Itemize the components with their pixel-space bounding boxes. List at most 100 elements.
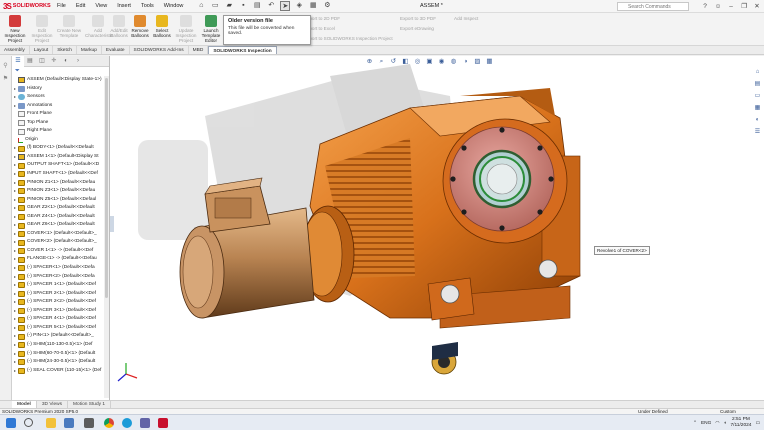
tab-model[interactable]: Model (12, 401, 37, 408)
graphics-viewport[interactable]: ⊕ ⌕ ↺ ◧ ◎ ▣ ◉ ◍ ◑ ▨ ▦ ⌂ ▤ ▭ ▦ ◐ ☰ Revolv… (110, 56, 764, 400)
export-3d-pdf-button[interactable]: Export to 3D PDF (400, 16, 436, 21)
minimize-icon[interactable]: – (726, 0, 736, 13)
file-properties-icon[interactable]: ▦ (308, 1, 318, 11)
tree-item[interactable]: ▸ (-) PIN<1> (Default<<Default>_ (12, 332, 109, 341)
taskbar-search-icon[interactable] (24, 418, 33, 427)
tree-item[interactable]: ▸ (-) SPACER<1> (Default<<Defa (12, 264, 109, 273)
edit-inspection-project-button[interactable]: Edit Inspection Project (29, 15, 55, 43)
add-inspect-button[interactable]: Add Inspect (454, 16, 478, 21)
tree-item[interactable]: ▸ OUTPUT SHAFT<1> (Default<<D (12, 161, 109, 170)
tree-scrollbar-thumb[interactable] (105, 78, 108, 298)
user-icon[interactable]: ☺ (713, 0, 723, 13)
tree-item[interactable]: ▸ COVER<2> (Default<<Default>_ (12, 238, 109, 247)
teams-taskbar-icon[interactable] (140, 418, 150, 428)
tree-item[interactable]: ▸ (-) SHIM(110-130-0.5)<1> (Def (12, 341, 109, 350)
tree-item[interactable]: ▸ (-) SPACER 3<1> (Default<<Def (12, 307, 109, 316)
configuration-manager-tab-icon[interactable]: ◫ (36, 56, 48, 67)
display-manager-tab-icon[interactable]: ◐ (60, 56, 72, 67)
search-commands-input[interactable] (617, 2, 689, 11)
save-icon[interactable]: ▪ (238, 1, 248, 11)
wifi-icon[interactable]: ◠ (715, 421, 719, 426)
menu-window[interactable]: Window (159, 0, 189, 13)
tree-item[interactable]: ▸ GEAR Z6<1> (Default<<Default (12, 221, 109, 230)
menu-file[interactable]: File (52, 0, 71, 13)
tree-item[interactable]: ▸ (f) BODY<1> (Default<<Default (12, 144, 109, 153)
pin-icon[interactable]: ⚲ (0, 62, 11, 69)
create-new-template-button[interactable]: Create New Template (56, 15, 82, 38)
tree-filter-icon[interactable]: ⏷ (12, 67, 109, 76)
update-inspection-project-button[interactable]: Update Inspection Project (173, 15, 199, 43)
tree-item[interactable]: ▸ (-) SPACER 5<1> (Default<<Def (12, 324, 109, 333)
tree-item[interactable]: ▸ (-) SHIM(24-30-0.5)<1> (Default (12, 358, 109, 367)
tree-item[interactable]: ▸ History (12, 85, 109, 94)
notifications-icon[interactable]: ▭ (755, 421, 760, 426)
tree-item[interactable]: ▸ (-) SPACER 2<2> (Default<<Def (12, 298, 109, 307)
new-inspection-project-button[interactable]: New Inspection Project (2, 15, 28, 43)
tree-item[interactable]: Front Plane (12, 110, 109, 119)
tree-item[interactable]: ▸ INPUT SHAFT<1> (Default<<Def (12, 170, 109, 179)
tab-evaluate[interactable]: Evaluate (102, 46, 130, 54)
edge-taskbar-icon[interactable] (122, 418, 132, 428)
dimxpert-tab-icon[interactable]: ✛ (48, 56, 60, 67)
feature-manager-tab-icon[interactable]: ☰ (12, 56, 24, 67)
tab-markup[interactable]: Markup (77, 46, 102, 54)
menu-insert[interactable]: Insert (112, 0, 136, 13)
tree-item[interactable]: ▸ Annotations (12, 102, 109, 111)
tree-item[interactable]: ▸ ASSEM 1<1> (Default<Display St (12, 153, 109, 162)
tree-item[interactable]: Top Plane (12, 119, 109, 128)
tree-item[interactable]: ▸ COVER<1> (Default<<Default>_ (12, 230, 109, 239)
volume-icon[interactable]: ◖ (724, 421, 727, 426)
tray-lang[interactable]: ENG (701, 421, 711, 426)
tree-item[interactable]: ▸ (-) SPACER 2<1> (Default<<Def (12, 290, 109, 299)
tab-solidworks-add-ins[interactable]: SOLIDWORKS Add-Ins (130, 46, 189, 54)
file-explorer-taskbar-icon[interactable] (46, 418, 56, 428)
restore-icon[interactable]: ❐ (739, 0, 749, 13)
tree-item[interactable]: ▸ PINION Z5<1> (Default<<Defaul (12, 196, 109, 205)
tree-item[interactable]: ▸ (-) SPACER 1<1> (Default<<Def (12, 281, 109, 290)
filter-icon[interactable]: ⚑ (0, 75, 11, 82)
tree-scrollbar[interactable] (104, 76, 109, 398)
tray-clock[interactable]: 2:51 PM 7/11/2024 (730, 417, 751, 429)
tree-root[interactable]: ASSEM (Default<Display State-1>) (12, 76, 109, 85)
new-document-icon[interactable]: ▭ (210, 1, 220, 11)
menu-edit[interactable]: Edit (71, 0, 90, 13)
app-p-taskbar-icon[interactable] (84, 418, 94, 428)
options-gear-icon[interactable]: ⚙ (322, 1, 332, 11)
tree-item[interactable]: ▸ GEAR Z4<1> (Default<<Default (12, 213, 109, 222)
tab-motion-study-1[interactable]: Motion Study 1 (68, 401, 112, 408)
select-balloons-button[interactable]: Select Balloons (149, 15, 175, 38)
tree-item[interactable]: ▸ (-) SHIM(60-70-0.5)<1> (Default (12, 350, 109, 359)
tree-item[interactable]: Origin (12, 136, 109, 145)
more-tabs-icon[interactable]: › (72, 56, 84, 67)
solidworks-taskbar-icon[interactable] (158, 418, 168, 430)
tree-item[interactable]: ▸ COVER 1<1> -> (Default<<Def (12, 247, 109, 256)
app-logo[interactable]: 3S SOLIDWORKS (0, 2, 52, 11)
menu-view[interactable]: View (90, 0, 112, 13)
tab-assembly[interactable]: Assembly (0, 46, 30, 54)
outlook-taskbar-icon[interactable] (64, 418, 74, 428)
reference-triad[interactable] (116, 362, 138, 384)
export-edrawing-button[interactable]: Export eDrawing (400, 26, 434, 31)
gearbox-model[interactable] (110, 56, 764, 400)
tree-item[interactable]: Right Plane (12, 127, 109, 136)
tree-item[interactable]: ▸ (-) SPACER<2> (Default<<Defa (12, 273, 109, 282)
home-icon[interactable]: ⌂ (196, 1, 206, 11)
tree-item[interactable]: ▸ Sensors (12, 93, 109, 102)
tree-item[interactable]: ▸ (-) SEAL COVER (110-15)<1> (Def (12, 367, 109, 376)
tree-item[interactable]: ▸ GEAR Z2<1> (Default<<Default (12, 204, 109, 213)
tree-item[interactable]: ▸ FLANGE<1> -> (Default<<Defau (12, 255, 109, 264)
tab-layout[interactable]: Layout (30, 46, 54, 54)
windows-start-icon[interactable] (6, 418, 16, 428)
property-manager-tab-icon[interactable]: ▤ (24, 56, 36, 67)
close-icon[interactable]: ✕ (752, 0, 762, 13)
rebuild-icon[interactable]: ◈ (294, 1, 304, 11)
tree-item[interactable]: ▸ PINION Z3<1> (Default<<Defau (12, 187, 109, 196)
launch-template-editor-button[interactable]: Launch Template Editor (198, 15, 224, 43)
tab-mbd[interactable]: MBD (189, 46, 209, 54)
panel-collapse-handle[interactable] (110, 216, 114, 232)
menu-tools[interactable]: Tools (136, 0, 159, 13)
open-folder-icon[interactable]: ▰ (224, 1, 234, 11)
chrome-taskbar-icon[interactable] (104, 418, 114, 428)
help-icon[interactable]: ? (700, 0, 710, 13)
print-icon[interactable]: ▤ (252, 1, 262, 11)
